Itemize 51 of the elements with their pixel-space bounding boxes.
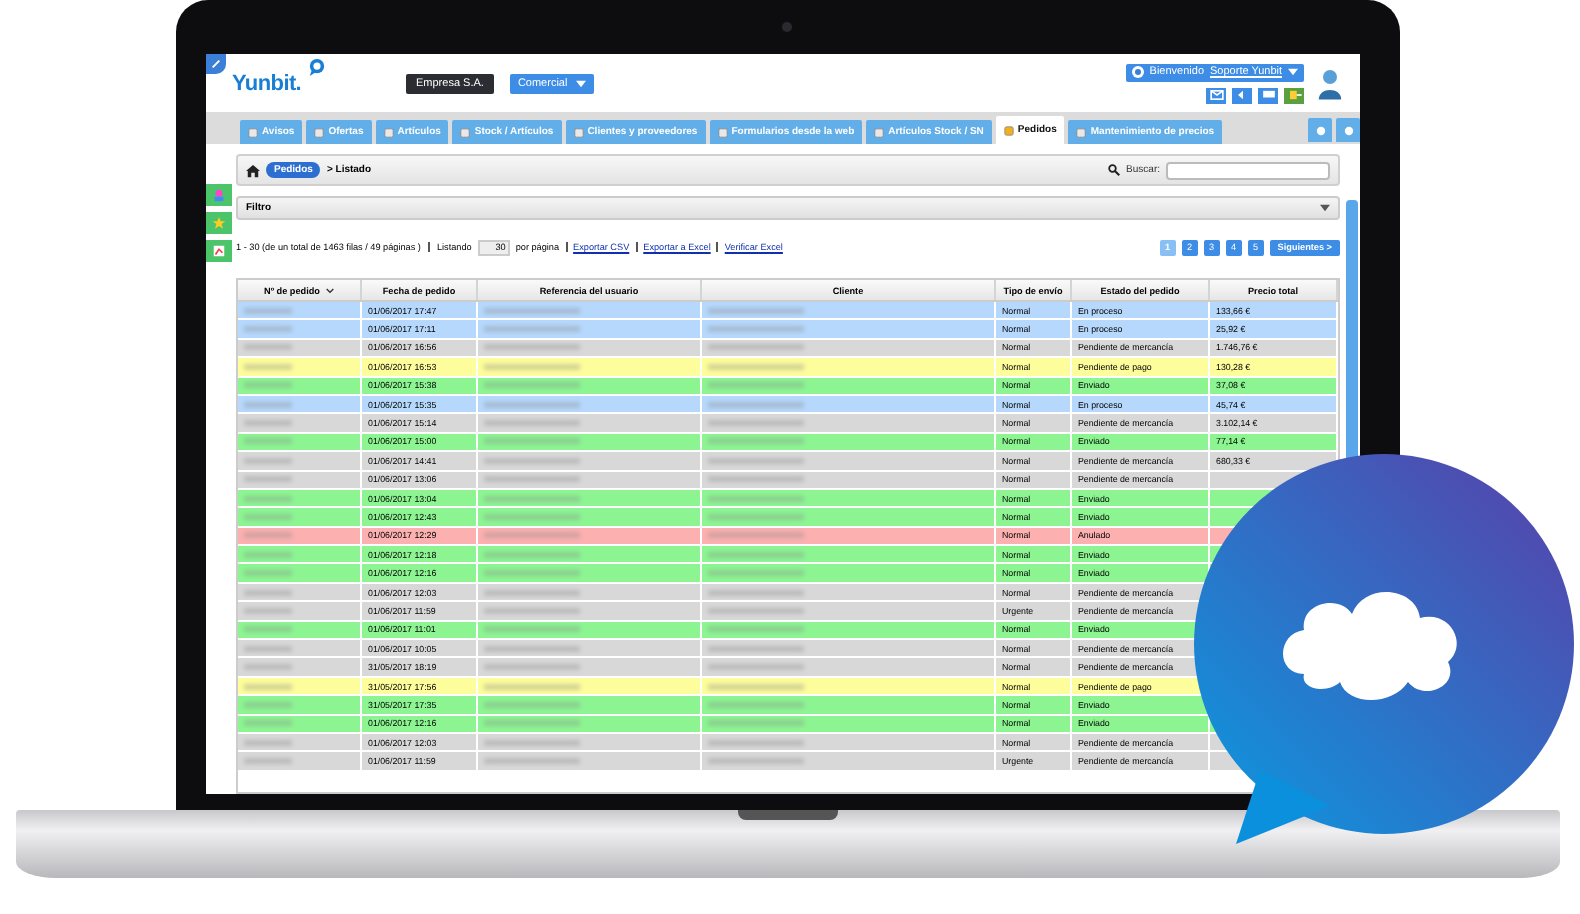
page-icon <box>573 127 584 137</box>
monitor-button[interactable] <box>1258 87 1278 103</box>
user-icon <box>1131 66 1144 78</box>
home-icon[interactable] <box>246 163 260 177</box>
blurred-text <box>244 326 292 333</box>
blurred-text <box>484 363 580 370</box>
add-button[interactable] <box>1308 118 1332 142</box>
blurred-text <box>484 401 580 408</box>
page-icon <box>314 127 325 137</box>
page-icon <box>248 127 258 137</box>
mail-button[interactable] <box>1206 87 1226 103</box>
back-button[interactable] <box>1232 87 1252 103</box>
page-icon <box>874 127 885 137</box>
page-icon <box>1003 125 1014 135</box>
page-icon <box>717 127 728 137</box>
door-icon <box>1287 90 1301 100</box>
blurred-text <box>708 326 804 333</box>
blurred-text <box>484 326 580 333</box>
blurred-text <box>244 401 292 408</box>
caret-icon <box>575 79 586 87</box>
star-button[interactable] <box>206 212 232 234</box>
camera-icon <box>782 22 792 32</box>
blurred-text <box>244 307 292 314</box>
mail-icon <box>1209 90 1223 100</box>
triangle-icon <box>1235 90 1249 100</box>
search-icon <box>1108 164 1121 176</box>
person-icon <box>212 188 226 202</box>
add-button[interactable] <box>1336 118 1360 142</box>
blurred-text <box>484 307 580 314</box>
page-icon <box>1076 127 1087 137</box>
app-logo: Yunbit. <box>232 71 302 95</box>
caret-icon[interactable] <box>1288 68 1298 76</box>
blurred-text <box>244 532 292 539</box>
blurred-text <box>708 401 804 408</box>
blurred-text <box>484 532 580 539</box>
blurred-text <box>244 363 292 370</box>
monitor-icon <box>1261 90 1275 100</box>
blurred-text <box>708 532 804 539</box>
blurred-text <box>708 363 804 370</box>
caret-icon <box>1320 204 1330 212</box>
circle-icon <box>1343 125 1353 135</box>
exit-button[interactable] <box>1284 87 1304 103</box>
page-icon <box>383 127 394 137</box>
sort-icon <box>325 287 334 293</box>
chart-button[interactable] <box>206 240 232 262</box>
circle-icon <box>1315 125 1325 135</box>
chart-icon <box>212 244 226 258</box>
blurred-text <box>708 307 804 314</box>
page-icon <box>460 127 471 137</box>
star-icon <box>212 216 226 230</box>
search-field[interactable] <box>1166 161 1330 179</box>
